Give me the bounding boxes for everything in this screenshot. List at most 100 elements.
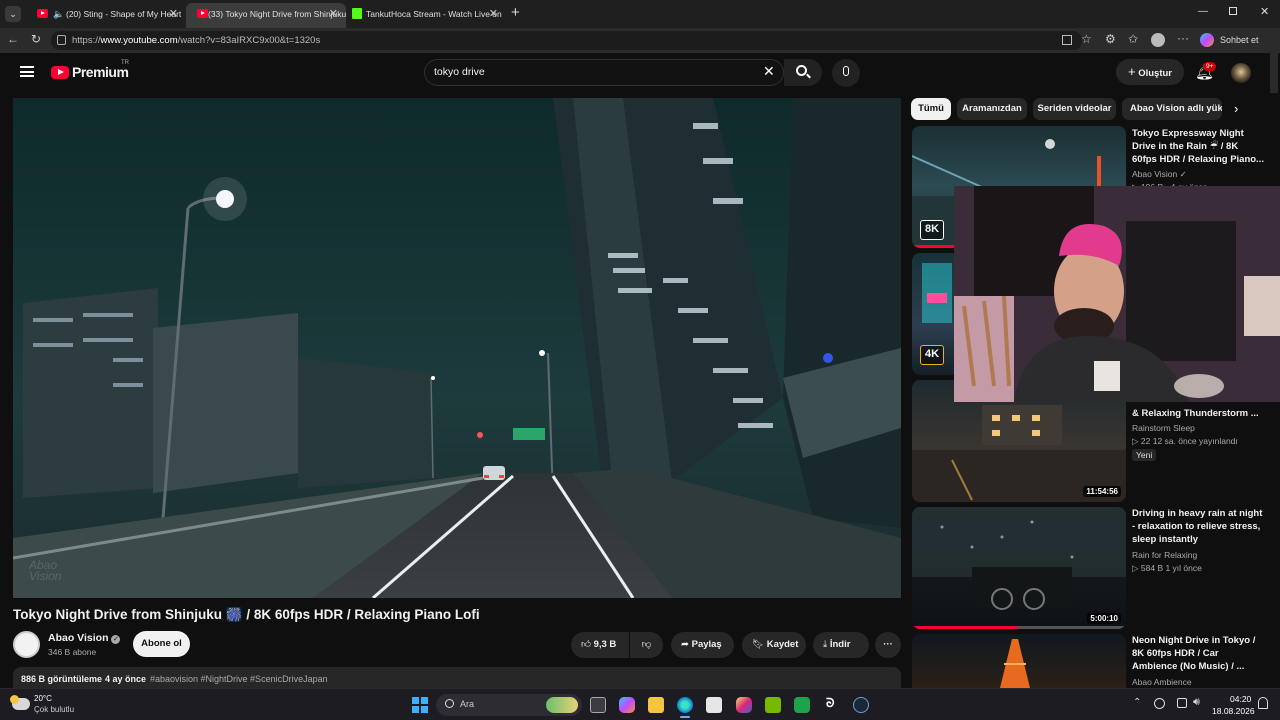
rec-channel[interactable]: Rain for Relaxing xyxy=(1132,550,1197,560)
rec-channel[interactable]: Abao Vision ✓ xyxy=(1132,169,1187,180)
chip-uploader[interactable]: Abao Vision adlı yükleyiciden xyxy=(1122,98,1222,120)
xbox-app-icon[interactable] xyxy=(794,697,810,713)
extensions-icon[interactable]: ⚙ xyxy=(1105,32,1116,46)
save-button[interactable]: 🔖︎ Kaydet xyxy=(742,632,806,658)
voice-search-button[interactable] xyxy=(832,59,860,87)
copilot-g-icon[interactable]: ᘐ xyxy=(826,696,834,711)
tray-app-icon[interactable] xyxy=(1154,698,1165,709)
edge-browser-icon[interactable] xyxy=(677,697,693,713)
search-highlight-icon xyxy=(546,697,578,713)
tab-actions-icon[interactable]: ⌄ xyxy=(5,6,21,22)
rec-thumbnail[interactable] xyxy=(912,634,1126,688)
close-tab-icon[interactable]: ✕ xyxy=(489,3,498,25)
nvidia-icon[interactable] xyxy=(765,697,781,713)
rec-title[interactable]: Tokyo Expressway Night Drive in the Rain… xyxy=(1132,127,1264,166)
search-label: Ara xyxy=(460,699,475,709)
clear-search-icon[interactable]: ✕ xyxy=(763,63,775,80)
close-window-icon[interactable]: ✕ xyxy=(1260,5,1269,18)
kick-favicon-icon xyxy=(352,8,362,19)
share-button[interactable]: ➦ Paylaş xyxy=(671,632,734,658)
rec-thumbnail[interactable]: 5:00:10 xyxy=(912,507,1126,629)
download-label: İndir xyxy=(829,639,851,650)
chevron-right-icon[interactable]: › xyxy=(1234,101,1238,116)
rec-title[interactable]: Neon Night Drive in Tokyo / 8K 60fps HDR… xyxy=(1132,634,1264,673)
copilot-icon[interactable] xyxy=(1200,33,1214,47)
clock-date[interactable]: 18.08.2026 xyxy=(1212,706,1255,716)
file-explorer-icon[interactable] xyxy=(648,697,664,713)
weather-temp: 20°C xyxy=(34,694,52,703)
weather-sun-icon xyxy=(10,695,19,704)
like-button[interactable]: 👍︎ 9,3 B xyxy=(571,632,629,658)
logo-text: Premium xyxy=(72,64,129,80)
scrollbar[interactable] xyxy=(1270,53,1278,93)
hamburger-menu-icon[interactable] xyxy=(20,66,34,77)
task-view-icon[interactable] xyxy=(590,697,606,713)
chip-all[interactable]: Tümü xyxy=(911,98,951,120)
store-icon[interactable] xyxy=(706,697,722,713)
taskbar-search[interactable]: Ara xyxy=(436,694,582,716)
create-button[interactable]: + Oluştur xyxy=(1116,59,1184,85)
upload-age: 4 ay önce xyxy=(105,674,147,684)
subscribe-button[interactable]: Abone ol xyxy=(133,631,190,657)
steam-icon[interactable] xyxy=(853,697,869,713)
rec-thumbnail-art xyxy=(1000,639,1030,688)
close-tab-icon[interactable]: ✕ xyxy=(329,3,338,25)
video-frame xyxy=(13,98,901,598)
copilot-label[interactable]: Sohbet et xyxy=(1220,35,1259,45)
search-button[interactable] xyxy=(784,59,822,86)
tray-chevron-icon[interactable]: ⌃ xyxy=(1133,697,1141,708)
like-count: 9,3 B xyxy=(593,639,617,650)
account-avatar[interactable] xyxy=(1231,63,1251,83)
plus-icon: + xyxy=(1127,64,1136,79)
logo-country: TR xyxy=(121,60,129,66)
minimize-icon[interactable]: — xyxy=(1198,6,1208,17)
rec-thumbnail-art xyxy=(912,507,1126,610)
video-player[interactable]: Abao Vision xyxy=(13,98,901,598)
start-windows-icon[interactable] xyxy=(412,697,428,713)
rec-channel[interactable]: Abao Ambience xyxy=(1132,677,1192,687)
tray-icon[interactable] xyxy=(1177,698,1187,708)
clock-time[interactable]: 04:20 xyxy=(1230,694,1251,704)
new-tab-icon[interactable]: + xyxy=(511,4,520,21)
close-tab-icon[interactable]: ✕ xyxy=(169,3,178,25)
instagram-icon[interactable] xyxy=(736,697,752,713)
webcam-feed xyxy=(954,186,1280,402)
collections-icon[interactable]: ✩ xyxy=(1128,32,1138,46)
chip-series[interactable]: Seriden videolar xyxy=(1033,98,1116,120)
more-menu-icon[interactable]: ··· xyxy=(1177,31,1189,45)
notification-center-icon[interactable] xyxy=(1258,697,1268,709)
volume-icon[interactable]: 🔊︎ xyxy=(1193,696,1200,709)
description-box[interactable]: 886 B görüntüleme 4 ay önce #abaovision … xyxy=(13,667,901,688)
hashtags[interactable]: #abaovision #NightDrive #ScenicDriveJapa… xyxy=(150,674,328,684)
favorites-star-icon[interactable]: ☆ xyxy=(1081,32,1092,46)
new-badge: Yeni xyxy=(1132,449,1157,461)
copilot-app-icon[interactable] xyxy=(619,697,635,713)
chip-from-search[interactable]: Aramanızdan xyxy=(957,98,1027,120)
thumbs-up-icon: 👍︎ xyxy=(581,639,591,650)
profile-avatar[interactable] xyxy=(1151,33,1165,47)
chip-label: Seriden videolar xyxy=(1037,103,1112,114)
download-button[interactable]: ⤓ İndir xyxy=(813,632,869,658)
back-icon[interactable]: ← xyxy=(7,32,19,46)
split-screen-icon[interactable] xyxy=(1062,35,1072,45)
browser-tab-tokyo[interactable]: (33) Tokyo Night Drive from Shinjuku ✕ xyxy=(186,3,346,28)
maximize-icon[interactable] xyxy=(1229,7,1237,15)
address-bar[interactable]: https://www.youtube.com/watch?v=83aIRXC9… xyxy=(51,31,1082,50)
channel-avatar[interactable] xyxy=(13,631,40,658)
browser-tab-sting[interactable]: 🔈 (20) Sting - Shape of My Heart ✕ xyxy=(26,3,186,28)
site-info-icon[interactable] xyxy=(57,35,66,45)
tab-audio-icon: 🔈 xyxy=(53,9,65,19)
refresh-icon[interactable]: ↻ xyxy=(31,32,41,46)
rec-channel[interactable]: Rainstorm Sleep xyxy=(1132,423,1195,433)
search-input[interactable]: tokyo drive ✕ xyxy=(424,59,784,86)
windows-taskbar: 20°C Çok bulutlu Ara ᘐ ⌃ 🔊︎ 04:20 18.08.… xyxy=(0,688,1280,720)
rec-title[interactable]: & Relaxing Thunderstorm ... xyxy=(1132,407,1264,420)
browser-tab-kick[interactable]: TankutHoca Stream - Watch Live on ✕ xyxy=(346,3,506,28)
more-actions-button[interactable]: ··· xyxy=(875,632,901,658)
thumbs-down-icon: 👎︎ xyxy=(641,639,652,650)
weather-widget[interactable]: 20°C Çok bulutlu xyxy=(10,693,80,717)
channel-name[interactable]: Abao Vision ✓ xyxy=(48,632,121,644)
create-label: Oluştur xyxy=(1138,68,1172,79)
dislike-button[interactable]: 👎︎ xyxy=(630,632,663,658)
rec-title[interactable]: Driving in heavy rain at night - relaxat… xyxy=(1132,507,1264,546)
